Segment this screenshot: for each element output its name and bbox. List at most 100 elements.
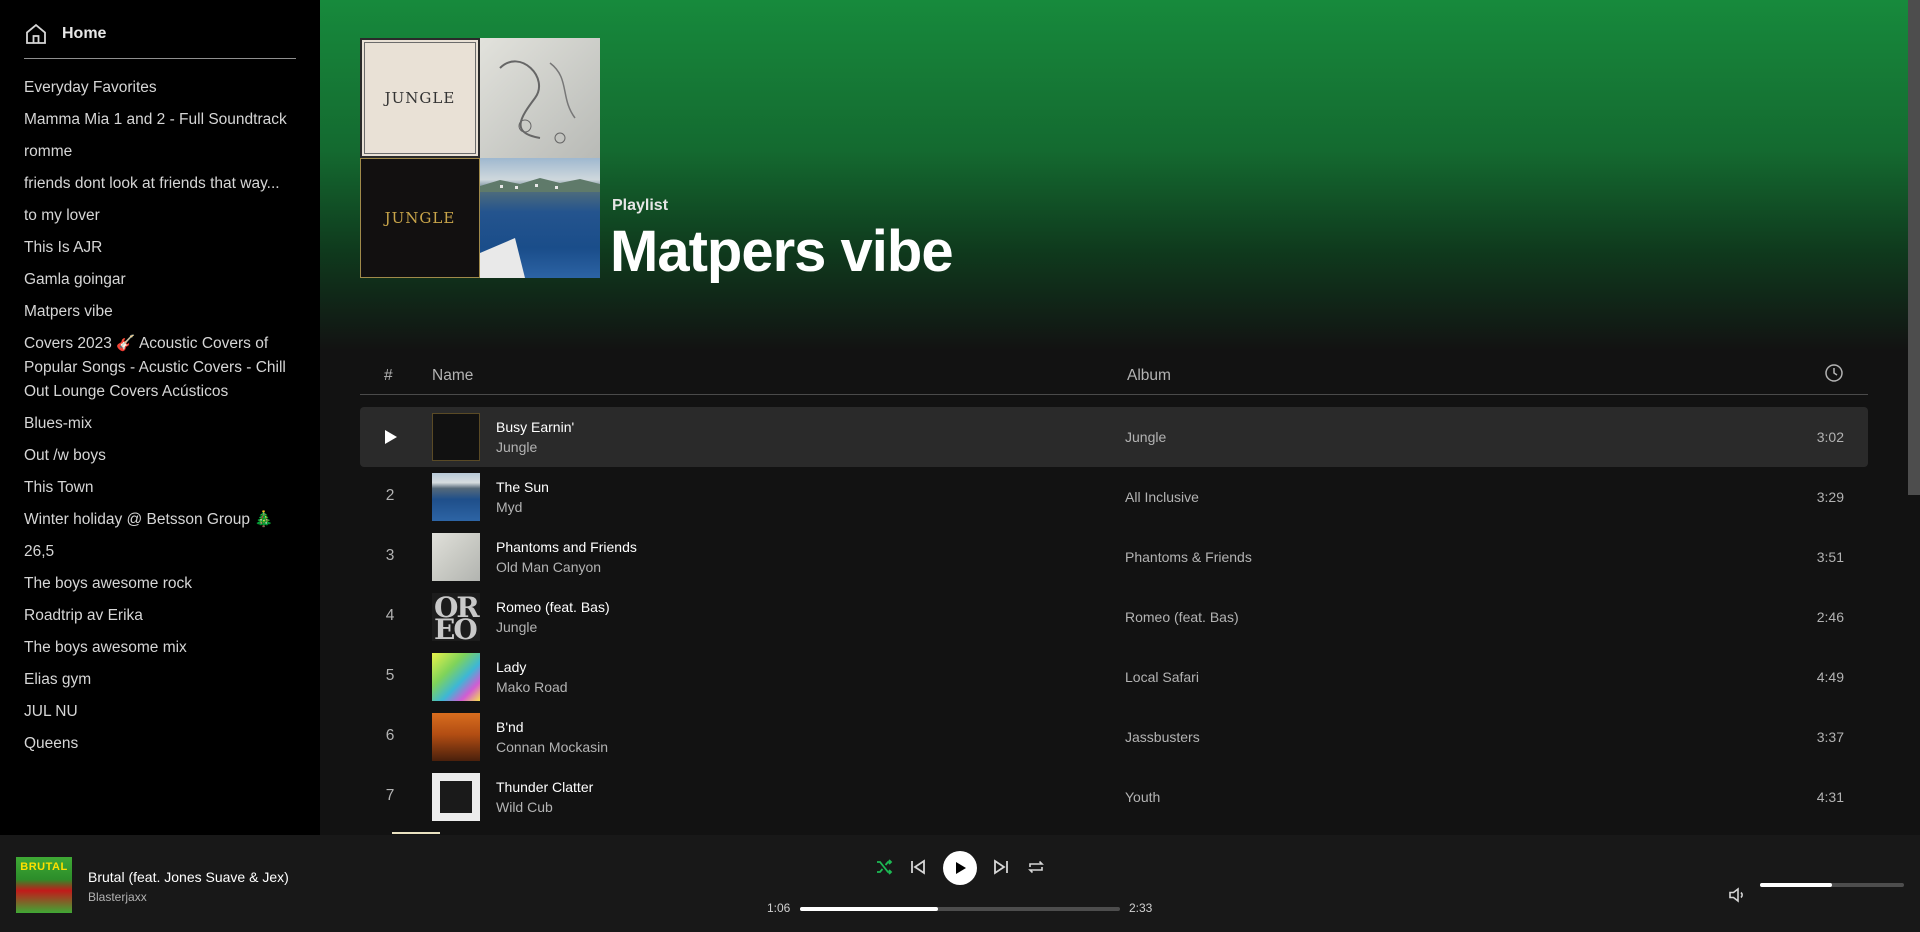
play-icon [956,862,966,874]
track-row[interactable]: 6 B'nd Connan Mockasin Jassbusters 3:37 [360,707,1868,767]
volume-fill [1760,883,1832,887]
track-table-header: # Name Album [360,355,1868,395]
track-duration: 2:46 [1816,609,1844,625]
track-artist[interactable]: Mako Road [496,679,568,695]
track-artist[interactable]: Jungle [496,439,537,455]
sidebar-playlist-item[interactable]: The boys awesome mix [24,633,296,665]
progress-bar[interactable] [800,907,1120,911]
column-header-name[interactable]: Name [432,367,473,385]
sidebar-playlist-item[interactable]: Covers 2023 🎸 Acoustic Covers of Popular… [24,329,296,409]
sidebar-playlist-item[interactable]: The boys awesome rock [24,569,296,601]
cover-tile-jungle-light: JUNGLE [360,38,480,158]
now-playing-title[interactable]: Brutal (feat. Jones Suave & Jex) [88,869,289,885]
track-title[interactable]: Thunder Clatter [496,779,593,795]
sidebar-playlist-item[interactable]: to my lover [24,201,296,233]
sidebar-playlist-item[interactable]: This Town [24,473,296,505]
track-album[interactable]: Romeo (feat. Bas) [1125,609,1239,625]
track-title[interactable]: The Sun [496,479,549,495]
main-content: JUNGLE JUNGLE Playlist Matpers vibe # Na… [320,0,1920,835]
track-row[interactable]: 7 Thunder Clatter Wild Cub Youth 4:31 [360,767,1868,827]
sidebar-playlist-item[interactable]: romme [24,137,296,169]
cover-word: JUNGLE [384,89,456,107]
cover-word: JUNGLE [384,209,456,227]
track-artist[interactable]: Jungle [496,619,537,635]
cover-tile-sea [480,158,600,278]
track-album-art [432,533,480,581]
track-row[interactable]: 4 OR EO Romeo (feat. Bas) Jungle Romeo (feat.… [360,587,1868,647]
track-title[interactable]: Lady [496,659,526,675]
track-album-art [432,773,480,821]
skip-back-icon [911,859,925,875]
now-playing-art-text: BRUTAL [20,861,68,873]
home-label: Home [62,25,107,42]
skip-forward-icon [994,859,1008,875]
track-album-art [432,713,480,761]
sidebar-playlist-item[interactable]: Matpers vibe [24,297,296,329]
track-title[interactable]: Busy Earnin' [496,419,574,435]
sidebar-playlist-item[interactable]: JUL NU [24,697,296,729]
scrollbar-thumb[interactable] [1908,0,1920,495]
sidebar-playlist-item[interactable]: Out /w boys [24,441,296,473]
home-icon [26,23,46,44]
track-duration: 3:02 [1816,429,1844,445]
track-album[interactable]: Local Safari [1125,669,1199,685]
sidebar-playlist-item[interactable]: Winter holiday @ Betsson Group 🎄 [24,505,296,537]
sidebar-playlist-item[interactable]: Everyday Favorites [24,73,296,105]
volume-icon[interactable] [1727,885,1747,905]
now-playing-art[interactable]: BRUTAL [16,857,72,913]
repeat-button[interactable] [1024,855,1048,879]
sidebar-playlist-item[interactable]: 26,5 [24,537,296,569]
play-icon[interactable] [384,429,398,445]
previous-button[interactable] [906,855,930,879]
track-artist[interactable]: Wild Cub [496,799,553,815]
track-row[interactable]: 2 The Sun Myd All Inclusive 3:29 [360,467,1868,527]
track-album[interactable]: Jassbusters [1125,729,1200,745]
track-number: 2 [385,487,395,504]
sidebar-divider [24,58,296,59]
page-type-label: Playlist [612,197,669,214]
clock-icon[interactable] [1824,363,1844,383]
track-title[interactable]: B'nd [496,719,524,735]
repeat-icon [1028,860,1044,874]
play-pause-button[interactable] [943,851,977,885]
track-title[interactable]: Phantoms and Friends [496,539,637,555]
track-album-art [432,413,480,461]
sidebar-playlist-item[interactable]: Blues-mix [24,409,296,441]
track-album[interactable]: Youth [1125,789,1160,805]
home-link[interactable]: Home [24,20,296,48]
column-header-number: # [384,367,393,384]
sidebar-playlist-item[interactable]: Gamla goingar [24,265,296,297]
track-album[interactable]: All Inclusive [1125,489,1199,505]
track-artist[interactable]: Connan Mockasin [496,739,608,755]
column-header-album[interactable]: Album [1127,367,1171,385]
sidebar-playlist-item[interactable]: This Is AJR [24,233,296,265]
track-duration: 3:37 [1816,729,1844,745]
volume-slider[interactable] [1760,883,1904,887]
sidebar-playlist-item[interactable]: friends dont look at friends that way... [24,169,296,201]
track-duration: 4:31 [1816,789,1844,805]
track-list: Busy Earnin' Jungle Jungle 3:02 2 The Sun Myd A… [360,407,1868,827]
track-artist[interactable]: Myd [496,499,522,515]
track-row[interactable]: 3 Phantoms and Friends Old Man Canyon Phant… [360,527,1868,587]
track-album-art: OR EO [432,593,480,641]
track-row[interactable]: Busy Earnin' Jungle Jungle 3:02 [360,407,1868,467]
track-number: 7 [385,787,395,804]
sidebar-playlist-item[interactable]: Mamma Mia 1 and 2 - Full Soundtrack [24,105,296,137]
time-current: 1:06 [767,901,791,915]
sidebar-playlist-item[interactable]: Elias gym [24,665,296,697]
sidebar-playlist-item[interactable]: Queens [24,729,296,761]
cover-tile-jungle-dark: JUNGLE [360,158,480,278]
track-title[interactable]: Romeo (feat. Bas) [496,599,610,615]
track-row[interactable]: 5 Lady Mako Road Local Safari 4:49 [360,647,1868,707]
track-number: 4 [385,607,395,624]
now-playing-artist[interactable]: Blasterjaxx [88,890,147,904]
track-album[interactable]: Phantoms & Friends [1125,549,1252,565]
track-album[interactable]: Jungle [1125,429,1166,445]
next-button[interactable] [989,855,1013,879]
shuffle-button[interactable] [872,855,896,879]
cover-tile-sketch [480,38,600,158]
track-artist[interactable]: Old Man Canyon [496,559,601,575]
sidebar-playlist-item[interactable]: Roadtrip av Erika [24,601,296,633]
track-duration: 3:51 [1816,549,1844,565]
player-bar: BRUTAL Brutal (feat. Jones Suave & Jex) … [0,835,1920,932]
